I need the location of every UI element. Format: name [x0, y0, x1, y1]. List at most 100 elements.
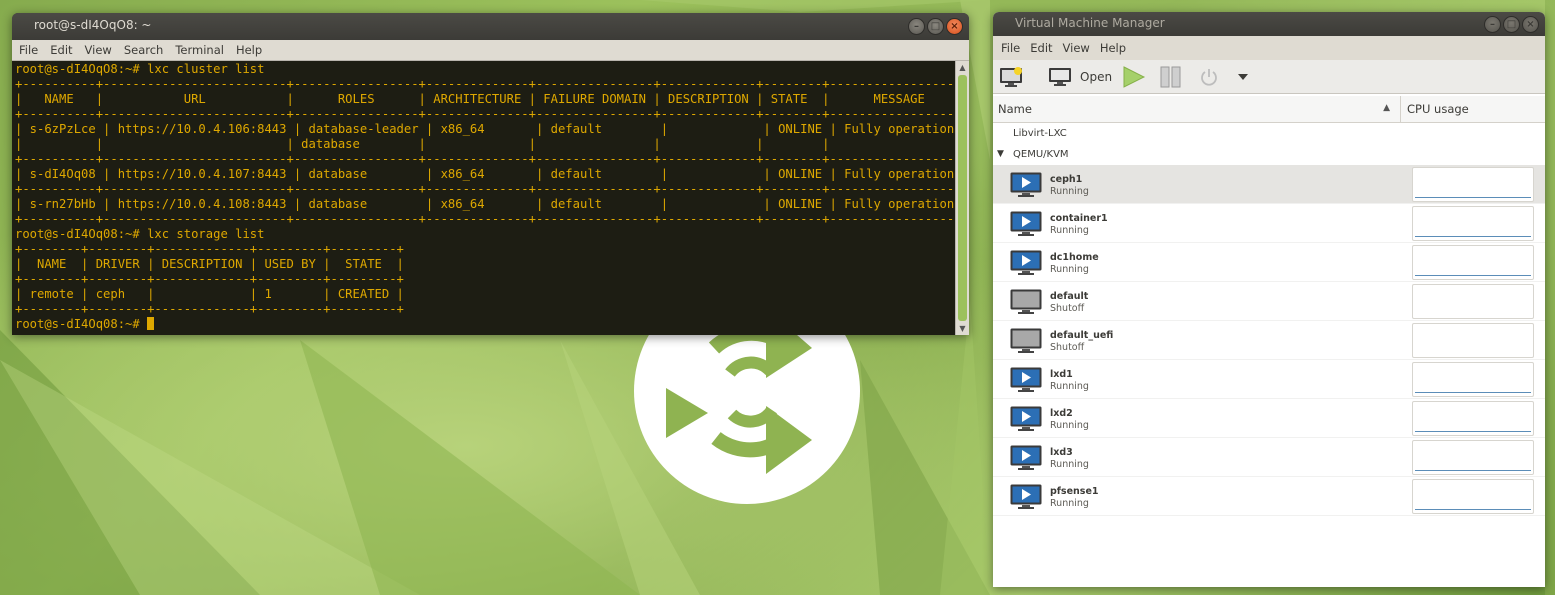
vmm-titlebar[interactable]: Virtual Machine Manager – □ × — [993, 12, 1545, 36]
terminal-window-controls: – □ × — [908, 18, 963, 35]
menu-edit[interactable]: Edit — [49, 43, 79, 57]
cpu-usage-graph — [1412, 167, 1534, 202]
vm-row[interactable]: default_uefi Shutoff — [993, 321, 1545, 360]
menu-edit[interactable]: Edit — [1026, 41, 1058, 55]
terminal-line: | s-dI4Oq08 | https://10.0.4.107:8443 | … — [15, 167, 969, 181]
maximize-button[interactable]: □ — [1503, 16, 1520, 33]
vmm-menubar: File Edit View Help — [993, 36, 1545, 60]
open-button[interactable]: Open — [1048, 66, 1112, 88]
vm-running-icon — [1010, 172, 1042, 197]
connection-row[interactable]: ▼ QEMU/KVM — [993, 144, 1545, 165]
vm-status: Shutoff — [1050, 342, 1085, 353]
new-vm-button[interactable] — [999, 66, 1025, 88]
cpu-usage-line — [1415, 275, 1531, 276]
connection-label: Libvirt-LXC — [1013, 128, 1067, 139]
cpu-usage-line — [1415, 470, 1531, 471]
expander-icon[interactable]: ▼ — [997, 149, 1004, 159]
menu-help[interactable]: Help — [235, 43, 269, 57]
vmm-window-controls: – □ × — [1484, 16, 1539, 33]
menu-search[interactable]: Search — [123, 43, 171, 57]
menu-help[interactable]: Help — [1096, 41, 1132, 55]
scroll-down-icon[interactable]: ▼ — [956, 322, 969, 335]
run-button[interactable] — [1122, 66, 1146, 88]
column-name-label: Name — [998, 102, 1032, 116]
menu-view[interactable]: View — [84, 43, 119, 57]
vm-row[interactable]: default Shutoff — [993, 282, 1545, 321]
terminal-prompt-line[interactable]: root@s-dI4Oq08:~# — [15, 317, 969, 332]
close-button[interactable]: × — [946, 18, 963, 35]
terminal-titlebar[interactable]: root@s-dI4OqO8: ~ – □ × — [12, 13, 969, 40]
play-icon — [1123, 66, 1146, 88]
vmm-toolbar: Open — [993, 60, 1545, 94]
menu-file[interactable]: File — [997, 41, 1026, 55]
virt-manager-window[interactable]: Virtual Machine Manager – □ × File Edit … — [993, 12, 1545, 587]
vm-row[interactable]: lxd2 Running — [993, 399, 1545, 438]
dropdown-arrow-icon — [1238, 74, 1248, 80]
terminal-line: | | | database | | | | | | — [15, 137, 969, 151]
shutdown-menu-button[interactable] — [1237, 66, 1249, 88]
minimize-button[interactable]: – — [1484, 16, 1501, 33]
close-button[interactable]: × — [1522, 16, 1539, 33]
vm-row[interactable]: dc1home Running — [993, 243, 1545, 282]
column-cpu-label: CPU usage — [1407, 102, 1469, 116]
menu-terminal[interactable]: Terminal — [174, 43, 231, 57]
vm-status: Running — [1050, 420, 1089, 431]
menu-file[interactable]: File — [18, 43, 45, 57]
new-vm-icon — [1000, 67, 1022, 87]
cpu-usage-line — [1415, 431, 1531, 432]
terminal-line: | s-6zPzLce | https://10.0.4.106:8443 | … — [15, 122, 969, 136]
vm-name: dc1home — [1050, 252, 1099, 263]
terminal-line: | remote | ceph | | 1 | CREATED | — [15, 287, 404, 301]
terminal-line: +----------+-------------------------+--… — [15, 212, 969, 226]
vm-row[interactable]: container1 Running — [993, 204, 1545, 243]
terminal-window[interactable]: root@s-dI4OqO8: ~ – □ × File Edit View S… — [12, 13, 969, 335]
cpu-usage-line — [1415, 392, 1531, 393]
cpu-usage-line — [1415, 236, 1531, 237]
vm-name: lxd3 — [1050, 447, 1073, 458]
connection-row[interactable]: Libvirt-LXC — [993, 123, 1545, 144]
vm-row[interactable]: lxd3 Running — [993, 438, 1545, 477]
open-button-label: Open — [1080, 70, 1113, 84]
cpu-usage-graph — [1412, 362, 1534, 397]
connection-label: QEMU/KVM — [1013, 149, 1069, 160]
pause-button[interactable] — [1159, 66, 1183, 88]
minimize-button[interactable]: – — [908, 18, 925, 35]
vm-list[interactable]: Libvirt-LXC ▼ QEMU/KVM ceph1 Running containe… — [993, 123, 1545, 587]
terminal-output[interactable]: root@s-dI4OqO8:~# lxc cluster list +-----… — [12, 61, 969, 335]
vm-status: Running — [1050, 186, 1089, 197]
terminal-line: +--------+--------+-------------+-------… — [15, 242, 404, 256]
vm-name: default — [1050, 291, 1089, 302]
column-header-cpu[interactable]: CPU usage — [1402, 96, 1469, 123]
vm-shutoff-icon — [1010, 289, 1042, 314]
terminal-menubar: File Edit View Search Terminal Help — [12, 40, 969, 61]
maximize-button[interactable]: □ — [927, 18, 944, 35]
column-header-name[interactable]: Name ▲ — [993, 96, 1401, 123]
cpu-usage-graph — [1412, 479, 1534, 514]
terminal-scrollbar[interactable]: ▲ ▼ — [955, 61, 969, 335]
vm-row[interactable]: ceph1 Running — [993, 165, 1545, 204]
vm-running-icon — [1010, 250, 1042, 275]
cpu-usage-graph — [1412, 440, 1534, 475]
vm-name: lxd1 — [1050, 369, 1073, 380]
vm-row[interactable]: pfsense1 Running — [993, 477, 1545, 516]
power-icon — [1201, 69, 1217, 86]
scroll-up-icon[interactable]: ▲ — [956, 61, 969, 74]
cpu-usage-line — [1415, 509, 1531, 510]
menu-view[interactable]: View — [1059, 41, 1096, 55]
vm-status: Running — [1050, 459, 1089, 470]
vm-name: container1 — [1050, 213, 1108, 224]
terminal-prompt: root@s-dI4Oq08:~# — [15, 317, 148, 331]
terminal-line: | s-rn27bHb | https://10.0.4.108:8443 | … — [15, 197, 969, 211]
cpu-usage-graph — [1412, 284, 1534, 319]
shutdown-button[interactable] — [1199, 66, 1219, 88]
cpu-usage-graph — [1412, 323, 1534, 358]
cpu-usage-graph — [1412, 206, 1534, 241]
scrollbar-thumb[interactable] — [958, 75, 967, 321]
terminal-line: +--------+--------+-------------+-------… — [15, 302, 404, 316]
vm-status: Running — [1050, 264, 1089, 275]
terminal-text: root@s-dI4OqO8:~# lxc cluster list +-----… — [15, 62, 969, 332]
vm-name: default_uefi — [1050, 330, 1114, 341]
pause-icon — [1160, 66, 1181, 88]
vm-row[interactable]: lxd1 Running — [993, 360, 1545, 399]
vm-shutoff-icon — [1010, 328, 1042, 353]
